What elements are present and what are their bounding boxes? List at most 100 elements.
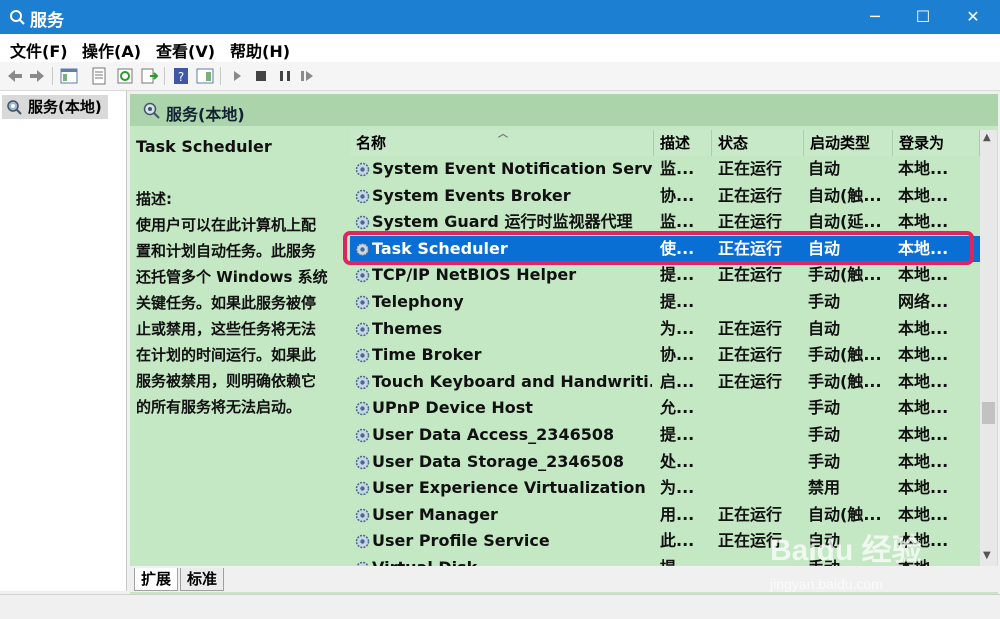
cell-status: 正在运行	[718, 159, 783, 178]
table-row[interactable]: Themes 为... 正在运行 自动 本地...	[350, 316, 980, 343]
cell-name: TCP/IP NetBIOS Helper	[372, 265, 577, 285]
table-row[interactable]: TCP/IP NetBIOS Helper 提... 正在运行 手动(触... 本地..…	[350, 262, 980, 289]
table-row[interactable]: UPnP Device Host 允... 手动 本地...	[350, 395, 980, 422]
cell-description: 监...	[660, 159, 695, 178]
tab-extended[interactable]: 扩展	[134, 568, 179, 591]
cell-description: 协...	[660, 345, 695, 365]
column-header-logon-as[interactable]: 登录为	[893, 130, 980, 156]
scroll-up-icon[interactable]: ▲	[983, 132, 991, 143]
baidu-watermark-url: jingyan.baidu.com	[770, 576, 883, 592]
cell-status: 正在运行	[718, 185, 783, 205]
table-row[interactable]: System Events Broker 协... 正在运行 自动(触... 本地...	[350, 183, 980, 210]
cell-description: 为...	[660, 478, 695, 498]
description-label: 描述:	[136, 190, 172, 208]
maximize-button[interactable]: ☐	[900, 0, 946, 34]
cell-startup-type: 手动(触...	[808, 371, 882, 391]
cell-name: User Data Access_2346508	[372, 425, 615, 444]
cell-description: 提...	[660, 555, 710, 566]
service-gear-icon	[355, 295, 370, 310]
cell-name: Time Broker	[372, 345, 482, 365]
pause-icon[interactable]	[276, 67, 294, 85]
table-row[interactable]: Time Broker 协... 正在运行 手动(触... 本地...	[350, 342, 980, 369]
console-tree-pane: 服务(本地)	[0, 91, 127, 591]
back-icon[interactable]	[6, 67, 24, 85]
menu-view[interactable]: 查看(V)	[156, 38, 215, 62]
menu-help[interactable]: 帮助(H)	[230, 38, 290, 62]
cell-startup-type: 自动(触...	[808, 185, 882, 205]
service-gear-icon	[355, 189, 370, 203]
service-gear-icon	[355, 428, 370, 443]
cell-logon-as: 本地...	[898, 265, 949, 285]
vertical-scrollbar[interactable]: ▲ ▼	[980, 130, 997, 566]
service-gear-icon	[355, 269, 370, 283]
stop-icon[interactable]	[252, 67, 270, 85]
play-icon[interactable]	[228, 67, 246, 85]
cell-startup-type: 手动(触...	[808, 265, 882, 285]
cell-name: Virtual Disk	[372, 555, 652, 566]
table-row[interactable]: Telephony 提... 手动 网络...	[350, 289, 980, 316]
description-text-line: 置和计划自动任务。此服务	[136, 242, 317, 260]
properties-icon[interactable]	[90, 67, 108, 85]
table-row[interactable]: User Data Storage_2346508 处... 手动 本地...	[350, 449, 980, 476]
console-tree-icon[interactable]	[60, 67, 78, 85]
cell-startup-type: 手动(触...	[808, 345, 882, 365]
cell-startup-type: 禁用	[808, 478, 841, 498]
service-gear-icon	[355, 481, 370, 496]
cell-status: 正在运行	[718, 265, 783, 285]
refresh-icon[interactable]	[116, 67, 134, 85]
table-row[interactable]: User Experience Virtualization S... 为... 禁…	[350, 475, 980, 502]
toolbar-separator	[220, 67, 221, 85]
column-header-name[interactable]: 名称 ︿	[350, 130, 654, 156]
selected-row-highlight-frame	[343, 231, 974, 265]
toolbar-separator	[164, 67, 165, 85]
export-list-icon[interactable]	[140, 67, 158, 85]
cell-logon-as: 本地...	[898, 451, 949, 471]
column-header-description[interactable]: 描述	[654, 130, 712, 156]
cell-logon-as: 本地...	[898, 345, 949, 365]
cell-startup-type: 手动	[808, 398, 841, 418]
cell-logon-as: 本地...	[898, 185, 949, 205]
tab-standard[interactable]: 标准	[180, 568, 225, 591]
services-icon	[7, 100, 22, 115]
selected-service-title: Task Scheduler	[136, 137, 272, 156]
toolbar-separator	[52, 67, 53, 85]
window-title: 服务	[30, 11, 64, 31]
cell-name: System Event Notification Service	[372, 159, 652, 178]
description-text-line: 在计划的时间运行。如果此	[136, 346, 317, 364]
help-icon[interactable]: ?	[172, 67, 190, 85]
scroll-down-icon[interactable]: ▼	[983, 550, 991, 561]
scrollbar-thumb[interactable]	[982, 402, 995, 424]
cell-logon-as: 本地...	[898, 371, 949, 391]
menu-bar: 文件(F) 操作(A) 查看(V) 帮助(H)	[0, 34, 1000, 63]
toolbar: ?	[0, 62, 1000, 91]
cell-name: System Events Broker	[372, 185, 571, 205]
tree-item-services-local[interactable]: 服务(本地)	[2, 95, 108, 119]
status-bar	[0, 594, 1000, 619]
cell-description: 为...	[660, 318, 695, 338]
cell-name: Telephony	[372, 292, 464, 311]
cell-name: User Profile Service	[372, 531, 550, 551]
service-gear-icon	[355, 455, 370, 469]
column-header-status[interactable]: 状态	[712, 130, 804, 156]
cell-status: 正在运行	[718, 318, 783, 338]
cell-logon-as: 本地...	[898, 318, 949, 338]
table-row[interactable]: Touch Keyboard and Handwriti... 启... 正在运行 手…	[350, 369, 980, 396]
menu-file[interactable]: 文件(F)	[10, 38, 68, 62]
cell-description: 处...	[660, 451, 695, 471]
restart-icon[interactable]	[298, 67, 316, 85]
show-pane-icon[interactable]	[196, 67, 214, 85]
table-row[interactable]: User Data Access_2346508 提... 手动 本地...	[350, 422, 980, 449]
cell-startup-type: 手动	[808, 425, 841, 444]
table-row[interactable]: System Event Notification Service 监... 正在运…	[350, 156, 980, 183]
svg-text:?: ?	[178, 70, 184, 84]
menu-action[interactable]: 操作(A)	[82, 38, 141, 62]
cell-logon-as: 本地...	[898, 398, 949, 418]
cell-logon-as: 本地...	[898, 478, 949, 498]
minimize-button[interactable]: ─	[852, 0, 898, 34]
cell-startup-type: 手动	[808, 451, 841, 471]
close-button[interactable]: ✕	[950, 0, 996, 34]
column-header-startup-type[interactable]: 启动类型	[804, 130, 893, 156]
cell-name: User Manager	[372, 504, 498, 524]
forward-icon[interactable]	[28, 67, 46, 85]
cell-name: Themes	[372, 318, 443, 338]
